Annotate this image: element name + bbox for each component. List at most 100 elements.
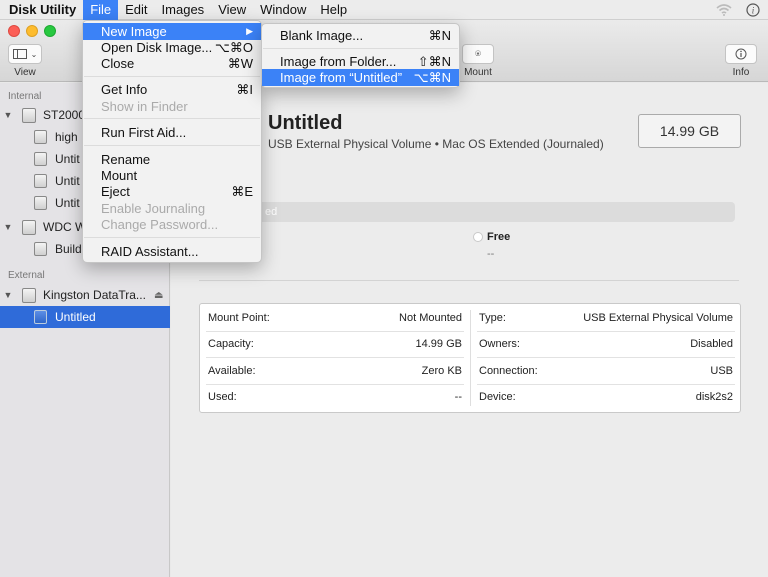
disclosure-triangle-icon[interactable]: ▼ <box>3 222 13 232</box>
menu-item-label: Change Password... <box>101 217 219 232</box>
menu-item-rename[interactable]: Rename <box>83 151 261 168</box>
volume-icon <box>34 152 47 166</box>
menu-separator <box>84 118 260 119</box>
chevron-down-icon: ⌄ <box>30 49 38 59</box>
info-row-owners: Owners: Disabled <box>471 331 741 357</box>
menu-item-label: Image from Folder... <box>280 54 397 69</box>
info-table: Mount Point: Not Mounted Type: USB Exter… <box>199 303 741 413</box>
volume-icon <box>34 130 47 144</box>
menu-item-label: Eject <box>101 184 130 199</box>
menu-item-shortcut: ⇧⌘N <box>417 54 451 69</box>
menu-item-label: New Image <box>101 24 167 39</box>
mount-button[interactable]: ⍟ <box>462 44 494 64</box>
info-row-used: Used: -- <box>200 384 470 410</box>
info-value: Not Mounted <box>399 312 462 324</box>
menu-item-raid-assistant[interactable]: RAID Assistant... <box>83 243 261 260</box>
info-row-type: Type: USB External Physical Volume <box>471 305 741 331</box>
sidebar-header-external: External <box>8 270 45 281</box>
menu-item-shortcut: ⌘I <box>236 82 253 97</box>
info-value: 14.99 GB <box>415 338 462 350</box>
free-swatch-icon <box>473 232 483 242</box>
menu-item-mount[interactable]: Mount <box>83 167 261 184</box>
sidebar-item-disk[interactable]: ▼ Kingston DataTra... ⏏ <box>0 284 170 306</box>
info-key: Mount Point: <box>208 312 270 324</box>
menu-separator <box>84 237 260 238</box>
menu-window[interactable]: Window <box>253 0 313 20</box>
volume-icon <box>34 174 47 188</box>
sidebar-item-label: WDC W <box>43 220 87 234</box>
info-value: USB <box>710 365 733 377</box>
wifi-icon[interactable] <box>716 4 732 16</box>
menu-item-open-disk-image[interactable]: Open Disk Image... ⌥⌘O <box>83 39 261 56</box>
menu-help[interactable]: Help <box>313 0 354 20</box>
sidebar-item-label: high <box>55 130 78 144</box>
menu-app-name[interactable]: Disk Utility <box>0 0 83 20</box>
menu-separator <box>84 145 260 146</box>
menu-separator <box>84 76 260 77</box>
menu-file[interactable]: File <box>83 0 119 20</box>
menu-item-shortcut: ⌘N <box>428 28 451 43</box>
sidebar-icon <box>12 49 27 59</box>
info-circle-icon[interactable]: i <box>746 3 760 17</box>
menu-edit[interactable]: Edit <box>118 0 154 20</box>
sidebar-item-label: Untit <box>55 152 80 166</box>
info-key: Available: <box>208 365 256 377</box>
disclosure-triangle-icon[interactable]: ▼ <box>3 290 13 300</box>
menu-item-label: Close <box>101 56 135 71</box>
minimize-window-button[interactable] <box>26 25 38 37</box>
menu-item-label: Rename <box>101 152 151 167</box>
menu-item-image-from-folder[interactable]: Image from Folder... ⇧⌘N <box>262 53 459 70</box>
menu-item-get-info[interactable]: Get Info ⌘I <box>83 81 261 98</box>
info-button[interactable] <box>725 44 757 64</box>
menu-item-label: Enable Journaling <box>101 201 206 216</box>
submenu-arrow-icon: ▶ <box>246 26 253 36</box>
menu-view[interactable]: View <box>211 0 253 20</box>
menu-item-label: Open Disk Image... <box>101 40 213 55</box>
mount-icon: ⍟ <box>475 48 481 60</box>
svg-text:i: i <box>752 6 755 16</box>
menu-item-eject[interactable]: Eject ⌘E <box>83 183 261 200</box>
info-value: Disabled <box>690 338 733 350</box>
info-key: Used: <box>208 391 237 403</box>
info-label: Info <box>732 67 750 78</box>
volume-size-badge: 14.99 GB <box>638 114 741 148</box>
sidebar-item-volume-selected[interactable]: Untitled <box>0 306 170 328</box>
menu-item-image-from-untitled[interactable]: Image from “Untitled” ⌥⌘N <box>262 69 459 86</box>
zoom-window-button[interactable] <box>44 25 56 37</box>
volume-icon <box>34 242 47 256</box>
sidebar-item-label: Kingston DataTra... <box>43 288 146 302</box>
info-row-available: Available: Zero KB <box>200 358 470 384</box>
sidebar-item-label: ST2000 <box>43 108 86 122</box>
menu-bar: Disk Utility File Edit Images View Windo… <box>0 0 768 20</box>
menu-item-blank-image[interactable]: Blank Image... ⌘N <box>262 27 459 44</box>
sidebar-item-label: Untit <box>55 174 80 188</box>
view-button[interactable]: ⌄ <box>8 44 42 64</box>
close-window-button[interactable] <box>8 25 20 37</box>
menu-item-close[interactable]: Close ⌘W <box>83 55 261 72</box>
info-key: Capacity: <box>208 338 254 350</box>
info-icon <box>735 48 747 60</box>
menu-item-label: Run First Aid... <box>101 125 187 140</box>
sidebar-item-label: Build <box>55 242 82 256</box>
info-value: -- <box>454 391 462 403</box>
status-area: i <box>716 0 760 20</box>
info-key: Type: <box>479 312 506 324</box>
eject-icon[interactable]: ⏏ <box>154 290 163 301</box>
menu-item-new-image[interactable]: New Image ▶ <box>83 23 261 40</box>
free-label: Free <box>487 231 511 243</box>
info-value: USB External Physical Volume <box>583 312 733 324</box>
menu-item-run-first-aid[interactable]: Run First Aid... <box>83 124 261 141</box>
menu-item-label: Show in Finder <box>101 99 188 114</box>
volume-subtitle: USB External Physical Volume • Mac OS Ex… <box>268 137 604 151</box>
menu-separator <box>263 48 458 49</box>
divider <box>199 280 739 281</box>
sidebar-header-internal: Internal <box>8 91 42 102</box>
menu-item-shortcut: ⌥⌘O <box>214 40 253 55</box>
disclosure-triangle-icon[interactable]: ▼ <box>3 110 13 120</box>
menu-item-enable-journaling: Enable Journaling <box>83 200 261 217</box>
new-image-submenu: Blank Image... ⌘N Image from Folder... ⇧… <box>261 23 460 88</box>
usb-disk-icon <box>22 287 36 303</box>
info-key: Device: <box>479 391 516 403</box>
mount-label: Mount <box>464 67 492 78</box>
menu-images[interactable]: Images <box>155 0 212 20</box>
